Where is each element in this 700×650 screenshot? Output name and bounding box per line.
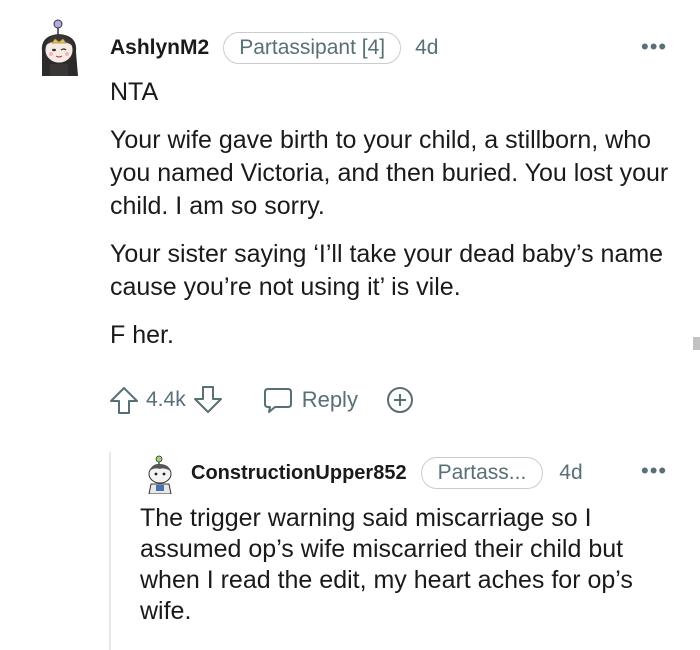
reply-author-name[interactable]: ConstructionUpper852 <box>191 462 407 485</box>
reply-timestamp: 4d <box>559 461 583 484</box>
comment-paragraph: NTA <box>110 78 159 106</box>
award-plus-icon[interactable] <box>384 384 416 416</box>
thread-line[interactable] <box>109 452 111 650</box>
upvote-arrow-icon[interactable] <box>108 384 140 416</box>
vote-count: 4.4k <box>146 388 186 411</box>
comment-paragraph: Your wife gave birth to your child, a st… <box>110 126 669 220</box>
comment-body: NTA Your wife gave birth to your child, … <box>110 76 680 352</box>
reply-button[interactable]: Reply <box>302 387 358 413</box>
more-options-icon[interactable]: ••• <box>641 460 667 482</box>
comment-timestamp: 4d <box>415 36 439 59</box>
more-options-icon[interactable]: ••• <box>641 36 667 58</box>
reply-author-avatar[interactable] <box>143 454 179 494</box>
comment-author-flair: Partassipant [4] <box>223 32 402 64</box>
comment-action-bar: 4.4k Reply <box>108 382 416 418</box>
scrollbar-thumb[interactable] <box>693 337 700 350</box>
downvote-arrow-icon[interactable] <box>192 384 224 416</box>
comment-author-name[interactable]: AshlynM2 <box>110 36 209 60</box>
reply-bubble-icon[interactable] <box>262 384 294 416</box>
comment-paragraph: F her. <box>110 321 174 349</box>
reply-meta: ConstructionUpper852 Partass... 4d <box>191 455 583 491</box>
reply-body: The trigger warning said miscarriage so … <box>140 504 633 625</box>
reply-author-flair: Partass... <box>420 457 544 489</box>
comment-author-avatar[interactable] <box>36 18 84 76</box>
comment-meta: AshlynM2 Partassipant [4] 4d <box>110 31 438 65</box>
comment-paragraph: Your sister saying ‘I’ll take your dead … <box>110 240 664 301</box>
